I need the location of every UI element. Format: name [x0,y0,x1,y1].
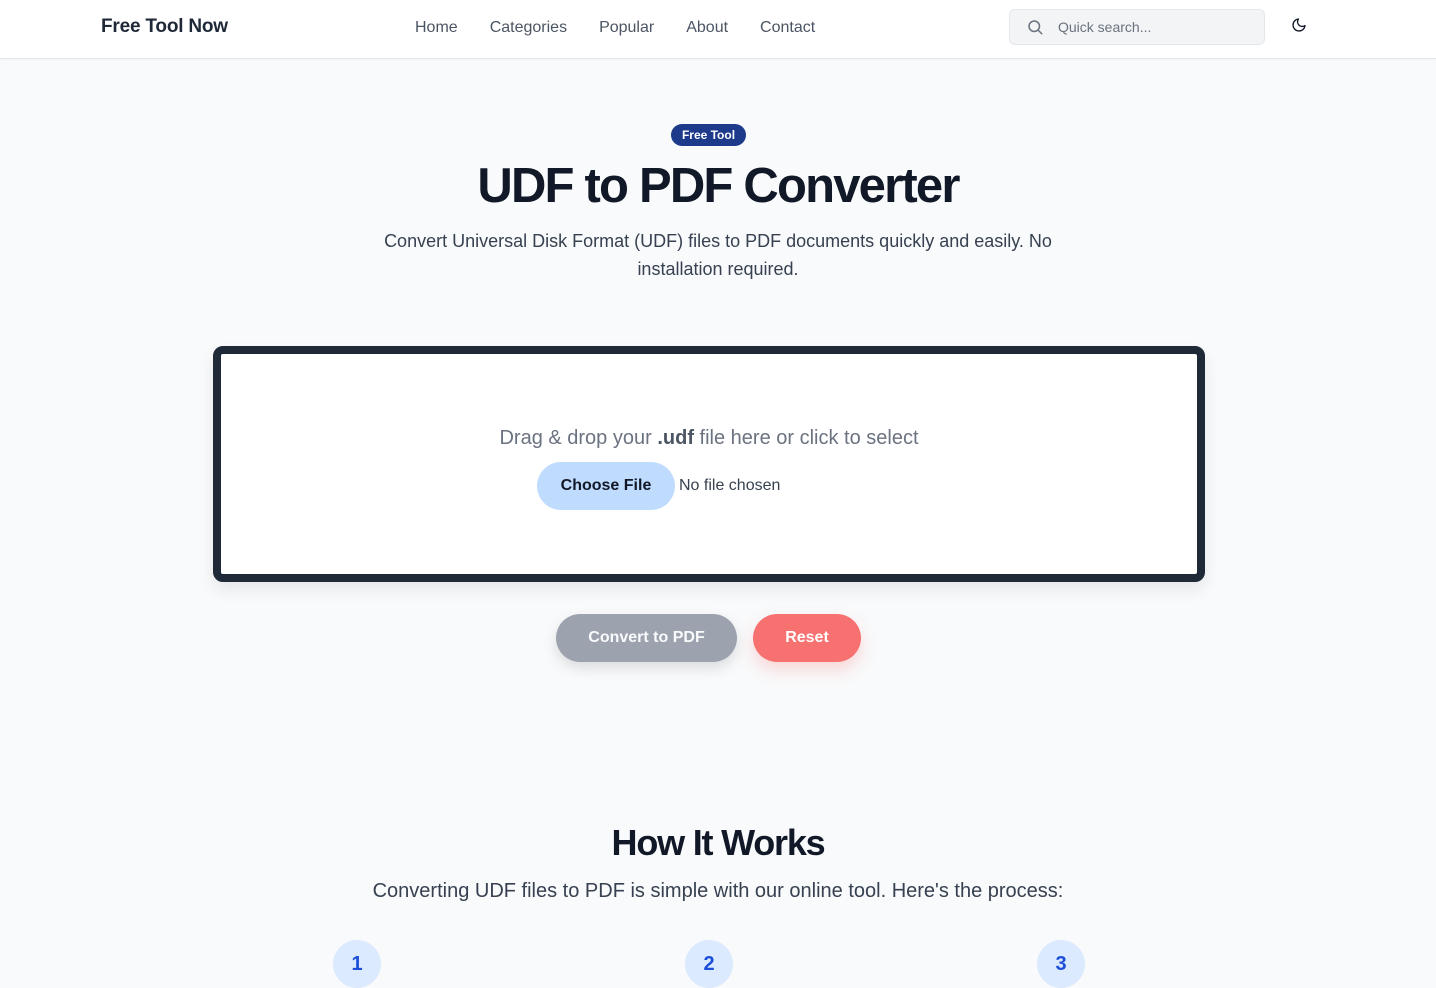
nav-about[interactable]: About [670,18,744,37]
step-number-2: 2 [685,940,733,988]
file-input-row: Choose File No file chosen [537,462,780,510]
nav-categories[interactable]: Categories [474,18,583,37]
main-nav: Home Categories Popular About Contact [399,18,831,37]
dropzone-prompt-ext: .udf [657,427,694,449]
theme-toggle-button[interactable] [1287,15,1311,39]
site-header: Free Tool Now Home Categories Popular Ab… [0,0,1436,59]
free-tool-badge: Free Tool [671,124,746,146]
choose-file-button[interactable]: Choose File [537,462,675,510]
dropzone-prompt-after: file here or click to select [693,427,919,449]
step-number-1: 1 [333,940,381,988]
search-input[interactable] [1058,19,1248,35]
page-subtitle: Convert Universal Disk Format (UDF) file… [384,231,1052,279]
step-number-3: 3 [1037,940,1085,988]
file-status-text: No file chosen [679,477,781,494]
how-it-works-subtitle: Converting UDF files to PDF is simple wi… [372,880,1064,902]
nav-contact[interactable]: Contact [744,18,831,37]
reset-button[interactable]: Reset [753,614,861,662]
convert-to-pdf-button[interactable]: Convert to PDF [556,614,737,662]
page-title: UDF to PDF Converter [477,159,960,213]
dropzone-prompt: Drag & drop your .udf file here or click… [221,427,1197,450]
nav-home[interactable]: Home [399,18,474,37]
nav-popular[interactable]: Popular [583,18,670,37]
brand-logo-link[interactable]: Free Tool Now [101,16,228,38]
how-it-works-title: How It Works [611,822,826,863]
dropzone-prompt-before: Drag & drop your [499,427,658,449]
search-box [1009,9,1265,45]
file-dropzone[interactable]: Drag & drop your .udf file here or click… [213,346,1205,582]
search-icon [1025,17,1045,37]
moon-icon [1291,17,1307,38]
